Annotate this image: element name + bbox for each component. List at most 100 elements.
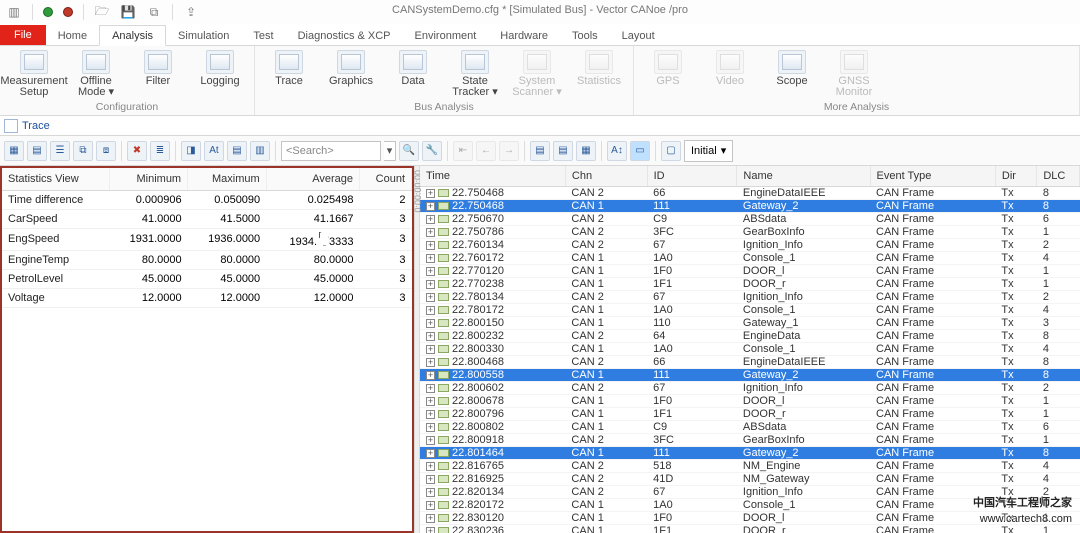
tab-environment[interactable]: Environment [403, 26, 489, 45]
ribbon-system-scanner[interactable]: SystemScanner ▾ [509, 48, 565, 98]
config-icon[interactable]: ▥ [6, 4, 22, 20]
expand-icon[interactable]: + [426, 384, 435, 393]
tool-btn-20[interactable]: ▢ [661, 141, 681, 161]
trace-col-id[interactable]: ID [647, 166, 737, 186]
trace-row[interactable]: +22.750670CAN 2C9ABSdataCAN FrameTx6 [420, 212, 1080, 225]
trace-window-tab[interactable]: Trace [0, 116, 1080, 136]
stats-col-average[interactable]: Average [266, 168, 359, 190]
expand-icon[interactable]: + [426, 410, 435, 419]
tool-btn-8[interactable]: ◨ [181, 141, 201, 161]
trace-row[interactable]: +22.770238CAN 11F1DOOR_rCAN FrameTx1 [420, 277, 1080, 290]
trace-row[interactable]: +22.750468CAN 266EngineDataIEEECAN Frame… [420, 186, 1080, 199]
trace-row[interactable]: +22.816925CAN 241DNM_GatewayCAN FrameTx4 [420, 472, 1080, 485]
tab-hardware[interactable]: Hardware [488, 26, 560, 45]
tool-btn-11[interactable]: ▥ [250, 141, 270, 161]
ribbon-measurement-setup[interactable]: MeasurementSetup [6, 48, 62, 98]
stats-col-minimum[interactable]: Minimum [109, 168, 188, 190]
tool-font-icon[interactable]: A↕ [607, 141, 627, 161]
stats-row[interactable]: CarSpeed41.000041.500041.16673 [2, 209, 412, 228]
save-icon[interactable]: 💾 [120, 4, 136, 20]
expand-icon[interactable]: + [426, 436, 435, 445]
tool-color-icon[interactable]: ▭ [630, 141, 650, 161]
expand-icon[interactable]: + [426, 371, 435, 380]
trace-col-dir[interactable]: Dir [995, 166, 1036, 186]
tool-btn-15[interactable]: ▤ [530, 141, 550, 161]
trace-col-chn[interactable]: Chn [565, 166, 647, 186]
run-icon[interactable] [43, 7, 53, 17]
stats-row[interactable]: PetrolLevel45.000045.000045.00003 [2, 269, 412, 288]
expand-icon[interactable]: + [426, 449, 435, 458]
trace-row[interactable]: +22.800232CAN 264EngineDataCAN FrameTx8 [420, 329, 1080, 342]
tool-btn-7[interactable]: ≣ [150, 141, 170, 161]
trace-row[interactable]: +22.770120CAN 11F0DOOR_lCAN FrameTx1 [420, 264, 1080, 277]
ribbon-gnss-monitor[interactable]: GNSS Monitor [826, 48, 882, 98]
ribbon-filter[interactable]: Filter [130, 48, 186, 98]
expand-icon[interactable]: + [426, 397, 435, 406]
expand-icon[interactable]: + [426, 202, 435, 211]
ribbon-graphics[interactable]: Graphics [323, 48, 379, 98]
expand-icon[interactable]: + [426, 293, 435, 302]
trace-row[interactable]: +22.800918CAN 23FCGearBoxInfoCAN FrameTx… [420, 433, 1080, 446]
tool-btn-3[interactable]: ☰ [50, 141, 70, 161]
stats-col-statistics-view[interactable]: Statistics View [2, 168, 109, 190]
stats-row[interactable]: EngineTemp80.000080.000080.00003 [2, 250, 412, 269]
trace-row[interactable]: +22.760134CAN 267Ignition_InfoCAN FrameT… [420, 238, 1080, 251]
tool-btn-1[interactable]: ▦ [4, 141, 24, 161]
trace-col-dlc[interactable]: DLC [1037, 166, 1080, 186]
trace-row[interactable]: +22.800678CAN 11F0DOOR_lCAN FrameTx1 [420, 394, 1080, 407]
trace-row[interactable]: +22.780172CAN 11A0Console_1CAN FrameTx4 [420, 303, 1080, 316]
trace-row[interactable]: +22.760172CAN 11A0Console_1CAN FrameTx4 [420, 251, 1080, 264]
tab-analysis[interactable]: Analysis [99, 25, 166, 46]
trace-row[interactable]: +22.801464CAN 1111Gateway_2CAN FrameTx8 [420, 446, 1080, 459]
ribbon-offline-mode[interactable]: OfflineMode ▾ [68, 48, 124, 98]
expand-icon[interactable]: + [426, 488, 435, 497]
tool-find-icon[interactable]: 🔍 [399, 141, 419, 161]
search-input[interactable]: <Search> [281, 141, 381, 161]
expand-icon[interactable]: + [426, 423, 435, 432]
trace-row[interactable]: +22.800602CAN 267Ignition_InfoCAN FrameT… [420, 381, 1080, 394]
expand-icon[interactable]: + [426, 319, 435, 328]
tool-btn-9[interactable]: At [204, 141, 224, 161]
tool-btn-17[interactable]: ▦ [576, 141, 596, 161]
tool-delete-icon[interactable]: ✖ [127, 141, 147, 161]
ribbon-data[interactable]: Data [385, 48, 441, 98]
ribbon-statistics[interactable]: Statistics [571, 48, 627, 98]
ribbon-gps[interactable]: GPS [640, 48, 696, 98]
expand-icon[interactable]: + [426, 345, 435, 354]
trace-row[interactable]: +22.800802CAN 1C9ABSdataCAN FrameTx6 [420, 420, 1080, 433]
tab-test[interactable]: Test [241, 26, 285, 45]
stats-row[interactable]: Time difference0.0009060.0500900.0254982 [2, 190, 412, 209]
tool-btn-4[interactable]: ⧉ [73, 141, 93, 161]
ribbon-trace[interactable]: Trace [261, 48, 317, 98]
tool-btn-10[interactable]: ▤ [227, 141, 247, 161]
tool-nav-prev-icon[interactable]: ← [476, 141, 496, 161]
trace-row[interactable]: +22.816765CAN 2518NM_EngineCAN FrameTx4 [420, 459, 1080, 472]
ribbon-state-tracker[interactable]: StateTracker ▾ [447, 48, 503, 98]
stats-col-count[interactable]: Count [359, 168, 411, 190]
stats-col-maximum[interactable]: Maximum [188, 168, 267, 190]
stats-row[interactable]: EngSpeed1931.00001936.00001934.33333 [2, 228, 412, 250]
expand-icon[interactable]: + [426, 267, 435, 276]
tool-btn-2[interactable]: ▤ [27, 141, 47, 161]
tool-btn-16[interactable]: ▤ [553, 141, 573, 161]
ribbon-video[interactable]: Video [702, 48, 758, 98]
tool-nav-next-icon[interactable]: → [499, 141, 519, 161]
expand-icon[interactable]: + [426, 306, 435, 315]
tool-btn-5[interactable]: ⧈ [96, 141, 116, 161]
tool-nav-first-icon[interactable]: ⇤ [453, 141, 473, 161]
expand-icon[interactable]: + [426, 358, 435, 367]
tool-find-config-icon[interactable]: 🔧 [422, 141, 442, 161]
expand-icon[interactable]: + [426, 189, 435, 198]
tab-diagnostics-xcp[interactable]: Diagnostics & XCP [286, 26, 403, 45]
trace-scroll[interactable]: TimeChnIDNameEvent TypeDirDLC +22.750468… [420, 166, 1080, 533]
open-icon[interactable]: 🗁 [94, 4, 110, 20]
splitter[interactable]: 0:00:00:00 [414, 166, 420, 533]
tab-tools[interactable]: Tools [560, 26, 610, 45]
ribbon-scope[interactable]: Scope [764, 48, 820, 98]
trace-row[interactable]: +22.800558CAN 1111Gateway_2CAN FrameTx8 [420, 368, 1080, 381]
trace-row[interactable]: +22.780134CAN 267Ignition_InfoCAN FrameT… [420, 290, 1080, 303]
expand-icon[interactable]: + [426, 280, 435, 289]
trace-col-name[interactable]: Name [737, 166, 870, 186]
trace-row[interactable]: +22.800330CAN 11A0Console_1CAN FrameTx4 [420, 342, 1080, 355]
expand-icon[interactable]: + [426, 215, 435, 224]
